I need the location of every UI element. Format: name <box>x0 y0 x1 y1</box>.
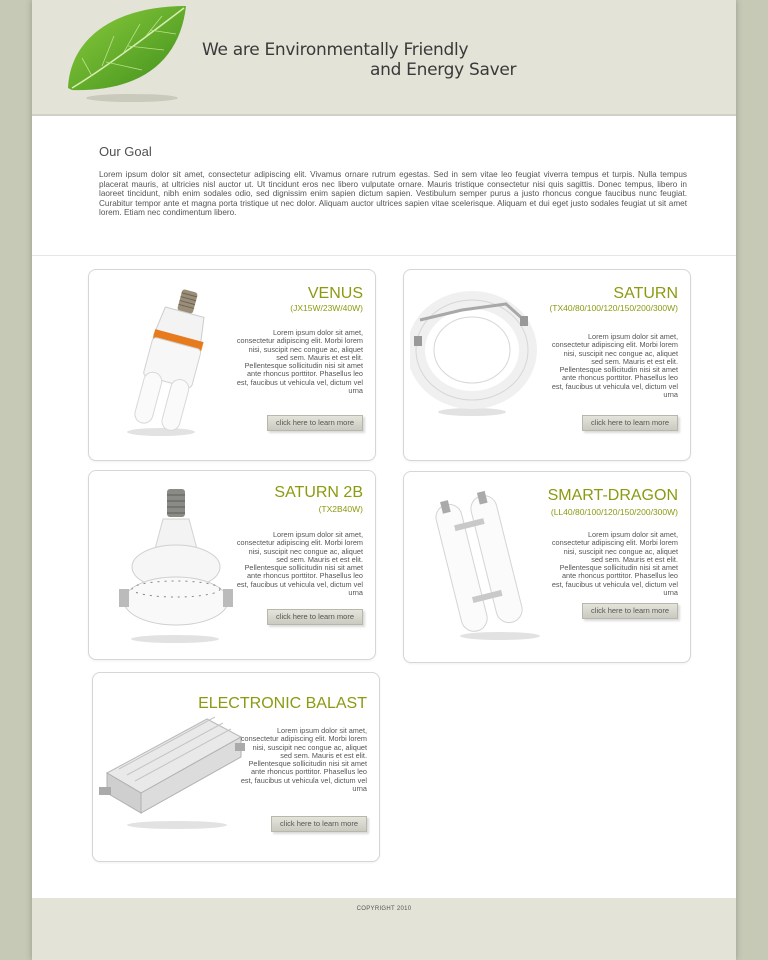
divider <box>32 255 736 256</box>
tagline: We are Environmentally Friendly and Ener… <box>202 40 522 80</box>
product-card-venus: VENUS (JX15W/23W/40W) Lorem ipsum dolor … <box>88 269 376 461</box>
learn-more-button[interactable]: click here to learn more <box>267 415 363 431</box>
product-title: ELECTRONIC BALAST <box>198 695 367 712</box>
product-title: VENUS <box>307 285 363 302</box>
saturn-2b-lamp-icon <box>119 489 233 643</box>
product-card-smart-dragon: SMART-DRAGON (LL40/80/100/120/150/200/30… <box>403 471 691 663</box>
product-description: Lorem ipsum dolor sit amet, consectetur … <box>240 726 367 794</box>
left-margin <box>0 0 32 960</box>
electronic-balast-icon <box>99 716 245 829</box>
product-title: SMART-DRAGON <box>547 487 678 504</box>
copyright: COPYRIGHT 2010 <box>356 906 412 912</box>
learn-more-button[interactable]: click here to learn more <box>271 816 367 832</box>
product-spec: (TX40/80/100/120/150/200/300W) <box>549 303 678 313</box>
product-card-saturn-2b: SATURN 2B (TX2B40W) Lorem ipsum dolor si… <box>88 470 376 660</box>
product-spec: (LL40/80/100/120/150/200/300W) <box>550 507 678 517</box>
learn-more-button[interactable]: click here to learn more <box>582 603 678 619</box>
product-spec: (TX2B40W) <box>318 504 363 514</box>
leaf-logo-icon <box>68 6 186 102</box>
header: We are Environmentally Friendly and Ener… <box>32 0 736 116</box>
product-card-electronic-balast: ELECTRONIC BALAST Lorem ipsum dolor sit … <box>92 672 380 862</box>
venus-lamp-icon <box>127 289 205 436</box>
learn-more-button[interactable]: click here to learn more <box>582 415 678 431</box>
product-spec: (JX15W/23W/40W) <box>290 303 363 313</box>
page-container: We are Environmentally Friendly and Ener… <box>32 0 736 960</box>
tagline-line-2: and Energy Saver <box>370 60 517 80</box>
product-description: Lorem ipsum dolor sit amet, consectetur … <box>551 530 678 598</box>
tagline-line-1: We are Environmentally Friendly <box>202 40 469 60</box>
goal-title: Our Goal <box>99 144 152 159</box>
goal-text: Lorem ipsum dolor sit amet, consectetur … <box>99 170 687 218</box>
saturn-lamp-icon <box>410 291 537 416</box>
smart-dragon-lamp-icon <box>435 490 540 640</box>
product-title: SATURN <box>613 285 678 302</box>
product-description: Lorem ipsum dolor sit amet, consectetur … <box>551 332 678 400</box>
product-card-saturn: SATURN (TX40/80/100/120/150/200/300W) Lo… <box>403 269 691 461</box>
product-title: SATURN 2B <box>274 484 363 501</box>
product-description: Lorem ipsum dolor sit amet, consectetur … <box>236 328 363 396</box>
right-margin <box>736 0 768 960</box>
product-description: Lorem ipsum dolor sit amet, consectetur … <box>236 530 363 598</box>
learn-more-button[interactable]: click here to learn more <box>267 609 363 625</box>
